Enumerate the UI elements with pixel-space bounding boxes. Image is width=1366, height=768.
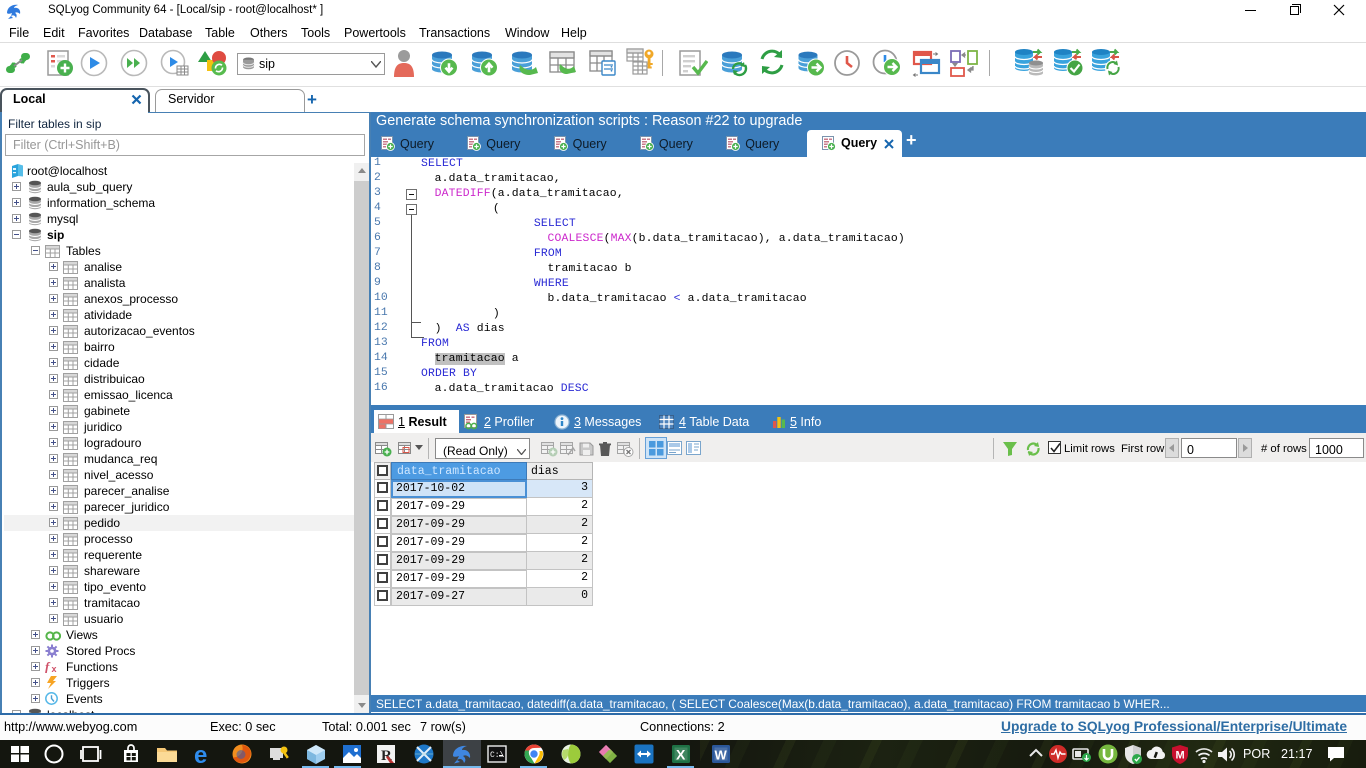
svg-text:x: x xyxy=(52,664,57,673)
svg-text:W: W xyxy=(715,748,728,763)
svg-text:X: X xyxy=(676,747,686,763)
svg-text:f: f xyxy=(45,660,51,673)
svg-text:M: M xyxy=(1176,750,1185,762)
svg-text:e: e xyxy=(194,742,207,766)
